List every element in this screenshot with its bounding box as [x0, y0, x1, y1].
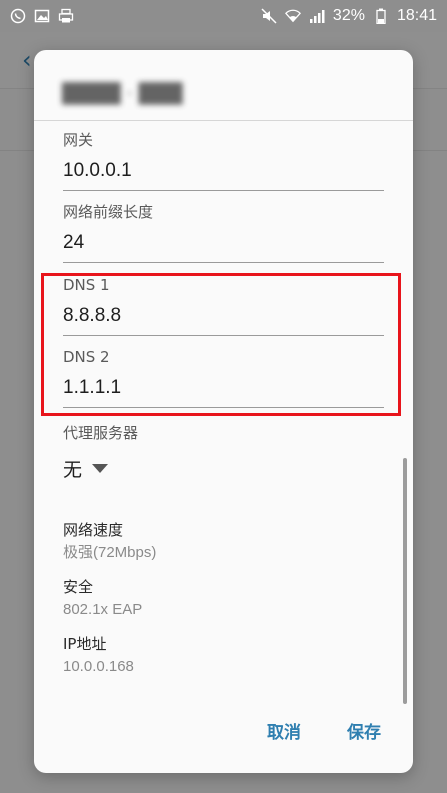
gateway-underline: [63, 190, 384, 191]
ip-address-label: IP地址: [63, 635, 107, 653]
network-speed-label: 网络速度: [63, 521, 124, 539]
signal-icon: [309, 8, 325, 24]
gallery-icon: [34, 8, 50, 24]
mute-icon: [261, 8, 277, 24]
prefix-length-label: 网络前缀长度: [63, 203, 154, 221]
scrollbar[interactable]: [403, 458, 407, 704]
network-speed-info: 网络速度 极强(72Mbps): [63, 520, 156, 563]
gateway-input[interactable]: 10.0.0.1: [63, 158, 384, 184]
ip-address-value: 10.0.0.168: [63, 658, 134, 675]
security-info: 安全 802.1x EAP: [63, 577, 142, 620]
battery-icon: [373, 8, 389, 24]
proxy-label: 代理服务器: [63, 424, 139, 442]
security-value: 802.1x EAP: [63, 601, 143, 618]
prefix-length-underline: [63, 262, 384, 263]
dns-highlight-box: [41, 273, 401, 416]
dropdown-caret-icon: [92, 464, 109, 473]
prefix-length-input[interactable]: 24: [63, 230, 384, 256]
gateway-field[interactable]: 网关 10.0.0.1: [63, 130, 384, 191]
status-bar: 32% 18:41: [0, 0, 447, 32]
cancel-button[interactable]: 取消: [267, 718, 301, 743]
proxy-dropdown[interactable]: 无: [63, 455, 109, 482]
dialog-header: ████ · ███: [34, 50, 413, 121]
network-speed-value: 极强(72Mbps): [63, 544, 157, 561]
gateway-label: 网关: [63, 131, 94, 149]
save-button[interactable]: 保存: [347, 718, 381, 743]
dialog-actions: 取消 保存: [34, 718, 413, 748]
ip-address-info: IP地址 10.0.0.168: [63, 634, 134, 677]
security-label: 安全: [63, 578, 94, 596]
battery-level: 32%: [332, 7, 365, 24]
wifi-icon: [284, 8, 301, 24]
proxy-selected-value: 无: [63, 459, 83, 481]
whatsapp-icon: [10, 8, 26, 24]
prefix-length-field[interactable]: 网络前缀长度 24: [63, 202, 384, 263]
dialog-title-blurred: ████ · ███: [62, 83, 183, 105]
clock: 18:41: [396, 7, 437, 24]
network-settings-dialog: ████ · ███ 网关 10.0.0.1 网络前缀长度 24 DNS 1 8…: [34, 50, 413, 773]
printer-icon: [58, 8, 74, 24]
